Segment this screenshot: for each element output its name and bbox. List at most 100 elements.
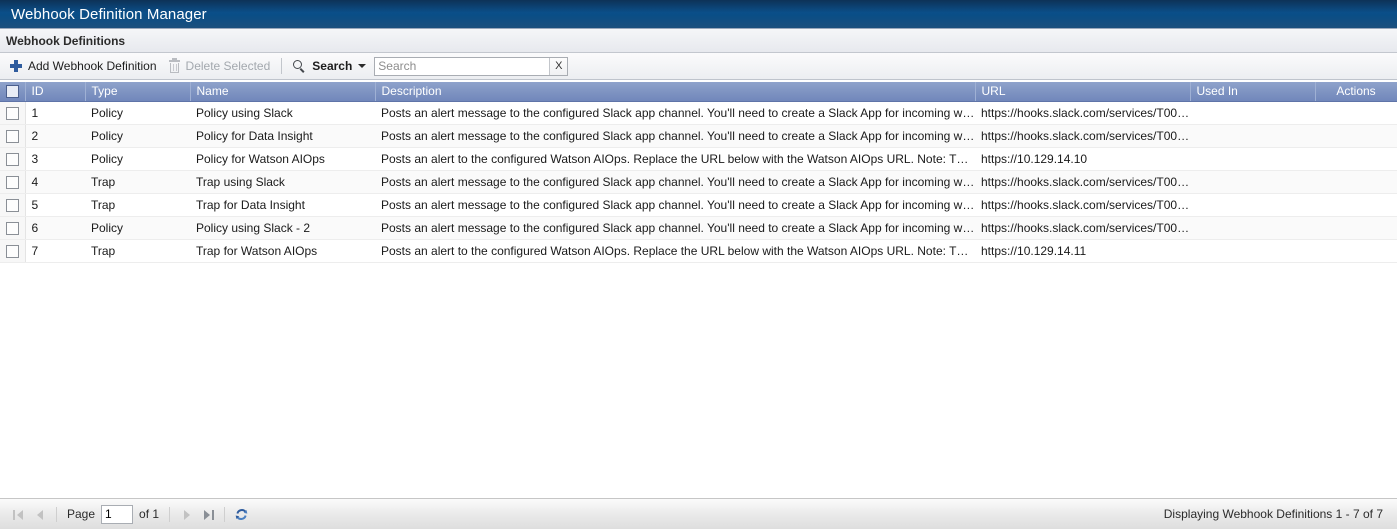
cell-url: https://hooks.slack.com/services/T0000..… (975, 101, 1190, 125)
last-page-button[interactable] (198, 504, 218, 524)
cell-used-in (1190, 170, 1315, 194)
search-input[interactable] (375, 57, 550, 75)
panel-title: Webhook Definitions (6, 33, 126, 48)
cell-description: Posts an alert message to the configured… (375, 170, 975, 194)
grid-toolbar: Add Webhook Definition Delete Selected S… (0, 53, 1397, 80)
row-select-cell[interactable] (0, 193, 26, 217)
column-header-id[interactable]: ID (25, 82, 86, 102)
row-select-cell[interactable] (0, 147, 26, 171)
previous-page-icon (34, 508, 47, 521)
table-header: ID Type Name Description URL Used In Act… (0, 82, 1397, 102)
cell-type: Trap (85, 239, 190, 263)
add-webhook-definition-button[interactable]: Add Webhook Definition (4, 56, 163, 77)
cell-id: 4 (25, 170, 85, 194)
webhook-definitions-grid: ID Type Name Description URL Used In Act… (0, 82, 1397, 498)
cell-type: Policy (85, 147, 190, 171)
table-row[interactable]: 4 Trap Trap using Slack Posts an alert mess… (0, 170, 1397, 194)
row-checkbox[interactable] (5, 221, 19, 235)
cell-description: Posts an alert message to the configured… (375, 124, 975, 148)
cell-used-in (1190, 101, 1315, 125)
table-header-row: ID Type Name Description URL Used In Act… (0, 82, 1397, 102)
row-select-cell[interactable] (0, 239, 26, 263)
cell-actions (1315, 239, 1397, 263)
page-total-label: of 1 (139, 507, 160, 521)
column-header-name[interactable]: Name (190, 82, 376, 102)
table-row[interactable]: 3 Policy Policy for Watson AIOps Posts an a… (0, 147, 1397, 171)
table-body: 1 Policy Policy using Slack Posts an alert … (0, 101, 1397, 263)
grid-footer: Page of 1 Displaying Webhook Definitions… (0, 498, 1397, 529)
cell-actions (1315, 124, 1397, 148)
search-icon (293, 59, 306, 73)
pager-divider-1 (56, 506, 57, 522)
delete-selected-button[interactable]: Delete Selected (163, 56, 277, 77)
table-row[interactable]: 7 Trap Trap for Watson AIOps Posts an alert… (0, 239, 1397, 263)
cell-url: https://hooks.slack.com/services/T0000..… (975, 170, 1190, 194)
next-page-icon (180, 508, 193, 521)
previous-page-button[interactable] (30, 504, 50, 524)
row-checkbox[interactable] (5, 244, 19, 258)
cell-description: Posts an alert message to the configured… (375, 216, 975, 240)
pagination-toolbar: Page of 1 (8, 504, 251, 524)
row-select-cell[interactable] (0, 170, 26, 194)
pager-divider-2 (169, 506, 171, 522)
cell-id: 1 (25, 101, 85, 125)
chevron-down-icon[interactable] (358, 64, 367, 68)
toolbar-divider (281, 58, 283, 74)
delete-selected-label: Delete Selected (185, 59, 271, 73)
row-checkbox[interactable] (5, 198, 19, 212)
cell-url: https://hooks.slack.com/services/T0000..… (975, 193, 1190, 217)
column-header-select-all[interactable] (0, 82, 26, 102)
column-header-used-in[interactable]: Used In (1190, 82, 1316, 102)
search-clear-button[interactable]: X (549, 57, 568, 75)
row-select-cell[interactable] (0, 216, 26, 240)
table-row[interactable]: 6 Policy Policy using Slack - 2 Posts an al… (0, 216, 1397, 240)
cell-actions (1315, 170, 1397, 194)
cell-name: Policy using Slack (190, 101, 375, 125)
cell-used-in (1190, 239, 1315, 263)
cell-name: Policy for Data Insight (190, 124, 375, 148)
pager-divider-3 (224, 506, 226, 522)
refresh-button[interactable] (231, 504, 251, 524)
last-page-icon (202, 508, 215, 521)
cell-id: 5 (25, 193, 85, 217)
cell-used-in (1190, 193, 1315, 217)
cell-type: Trap (85, 170, 190, 194)
cell-name: Trap for Watson AIOps (190, 239, 375, 263)
row-select-cell[interactable] (0, 124, 26, 148)
page-number-input[interactable] (101, 504, 134, 524)
row-checkbox[interactable] (5, 129, 19, 143)
cell-id: 3 (25, 147, 85, 171)
cell-name: Trap using Slack (190, 170, 375, 194)
cell-description: Posts an alert message to the configured… (375, 101, 975, 125)
cell-used-in (1190, 124, 1315, 148)
cell-id: 2 (25, 124, 85, 148)
webhook-definitions-table: ID Type Name Description URL Used In Act… (0, 82, 1397, 263)
cell-actions (1315, 101, 1397, 125)
cell-id: 6 (25, 216, 85, 240)
cell-type: Policy (85, 124, 190, 148)
search-field-wrapper: X (374, 56, 569, 76)
row-select-cell[interactable] (0, 101, 26, 125)
next-page-button[interactable] (176, 504, 196, 524)
column-header-type[interactable]: Type (85, 82, 191, 102)
cell-description: Posts an alert to the configured Watson … (375, 147, 975, 171)
row-checkbox[interactable] (5, 152, 19, 166)
column-header-actions[interactable]: Actions (1315, 82, 1397, 102)
select-all-checkbox[interactable] (5, 85, 19, 99)
cell-url: https://10.129.14.10 (975, 147, 1190, 171)
column-header-url[interactable]: URL (975, 82, 1191, 102)
first-page-button[interactable] (8, 504, 28, 524)
page-label: Page (67, 507, 96, 521)
plus-icon (10, 60, 22, 72)
row-checkbox[interactable] (5, 175, 19, 189)
search-menu-button[interactable]: Search (287, 56, 372, 77)
table-row[interactable]: 5 Trap Trap for Data Insight Posts an alert… (0, 193, 1397, 217)
row-checkbox[interactable] (5, 106, 19, 120)
table-row[interactable]: 1 Policy Policy using Slack Posts an alert … (0, 101, 1397, 125)
cell-type: Policy (85, 101, 190, 125)
trash-icon (168, 57, 180, 73)
table-row[interactable]: 2 Policy Policy for Data Insight Posts an a… (0, 124, 1397, 148)
column-header-description[interactable]: Description (375, 82, 976, 102)
cell-url: https://hooks.slack.com/services/T0000..… (975, 124, 1190, 148)
cell-actions (1315, 216, 1397, 240)
